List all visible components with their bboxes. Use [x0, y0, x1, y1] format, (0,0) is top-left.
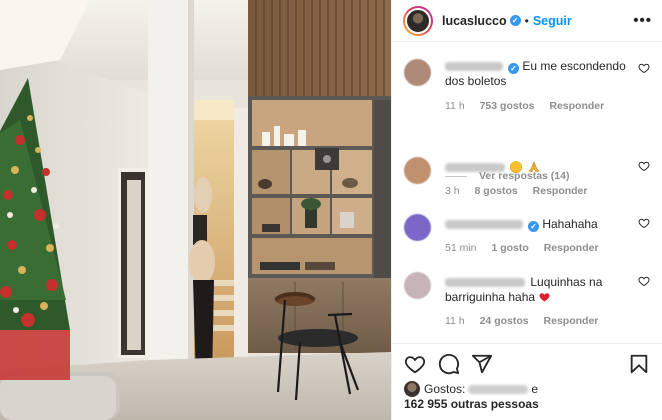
- author-avatar[interactable]: [403, 5, 433, 36]
- comment-text: Hahahaha: [542, 217, 598, 231]
- likes-summary: Gostos: e 162 955 outras pessoas: [404, 381, 652, 412]
- comment-body: ✓ Eu me escondendo dos boletos: [445, 59, 628, 89]
- comment-avatar[interactable]: [404, 214, 431, 241]
- heart-eyes-emoji-icon: [510, 161, 523, 173]
- liker-username[interactable]: [468, 385, 529, 395]
- comment-time[interactable]: 11 h: [445, 100, 465, 112]
- bookmark-icon[interactable]: [628, 353, 650, 375]
- follow-button[interactable]: Seguir: [533, 14, 572, 28]
- likes-prefix: Gostos:: [424, 382, 466, 396]
- comment-avatar[interactable]: [404, 59, 431, 86]
- comment-meta: 51 min 1 gosto Responder: [445, 242, 611, 254]
- comment-meta: 11 h 753 gostos Responder: [445, 100, 616, 112]
- comment-avatar[interactable]: [404, 272, 431, 299]
- comment-icon[interactable]: [438, 353, 460, 375]
- comment-time[interactable]: 11 h: [445, 315, 465, 327]
- verified-icon: ✓: [508, 63, 519, 74]
- separator-dot: •: [524, 13, 529, 28]
- reply-button[interactable]: Responder: [544, 242, 599, 254]
- comment-username[interactable]: [445, 278, 525, 288]
- comment-time[interactable]: 51 min: [445, 242, 477, 254]
- red-heart-emoji-icon: [538, 291, 551, 303]
- like-comment-heart-icon[interactable]: [638, 217, 650, 229]
- comment-body: ✓ Hahahaha: [445, 217, 628, 232]
- comment-username[interactable]: [445, 163, 505, 173]
- post-photo[interactable]: [0, 0, 391, 420]
- liker-avatar[interactable]: [404, 381, 420, 397]
- author-username[interactable]: lucaslucco: [442, 14, 507, 28]
- comment-likes[interactable]: 8 gostos: [475, 185, 518, 197]
- comment-body: [445, 160, 628, 175]
- comment-meta: 3 h 8 gostos Responder: [445, 185, 599, 197]
- comment-likes[interactable]: 1 gosto: [491, 242, 528, 254]
- comment-likes[interactable]: 24 gostos: [480, 315, 529, 327]
- comment-username[interactable]: [445, 62, 503, 72]
- reply-button[interactable]: Responder: [544, 315, 599, 327]
- comment-time[interactable]: 3 h: [445, 185, 460, 197]
- comments-list: ✓ Eu me escondendo dos boletos 11 h 753 …: [392, 43, 662, 343]
- comment-body: Luquinhas na barriguinha haha: [445, 275, 628, 305]
- share-icon[interactable]: [471, 353, 493, 375]
- likes-conjunction: e: [531, 382, 539, 396]
- verified-icon: ✓: [528, 221, 539, 232]
- post-actions: Gostos: e 162 955 outras pessoas: [392, 343, 662, 420]
- like-comment-heart-icon[interactable]: [638, 62, 650, 74]
- post-sidebar: lucaslucco ✓ • Seguir ••• ✓ Eu me escond…: [391, 0, 662, 420]
- action-bar: [404, 353, 650, 377]
- post-header: lucaslucco ✓ • Seguir •••: [392, 0, 662, 42]
- heart-icon[interactable]: [404, 353, 426, 375]
- comment-meta: 11 h 24 gostos Responder: [445, 315, 610, 327]
- like-comment-heart-icon[interactable]: [638, 160, 650, 172]
- verified-icon: ✓: [509, 15, 521, 26]
- comment-avatar[interactable]: [404, 157, 431, 184]
- like-comment-heart-icon[interactable]: [638, 275, 650, 287]
- post-image: [0, 0, 391, 420]
- more-icon[interactable]: •••: [633, 12, 652, 29]
- replies-divider: [445, 175, 467, 177]
- praying-hands-emoji-icon: [528, 161, 540, 173]
- comment-username[interactable]: [445, 220, 523, 230]
- comment-likes[interactable]: 753 gostos: [480, 100, 535, 112]
- reply-button[interactable]: Responder: [533, 185, 588, 197]
- reply-button[interactable]: Responder: [549, 100, 604, 112]
- likes-count[interactable]: 162 955 outras pessoas: [404, 397, 539, 411]
